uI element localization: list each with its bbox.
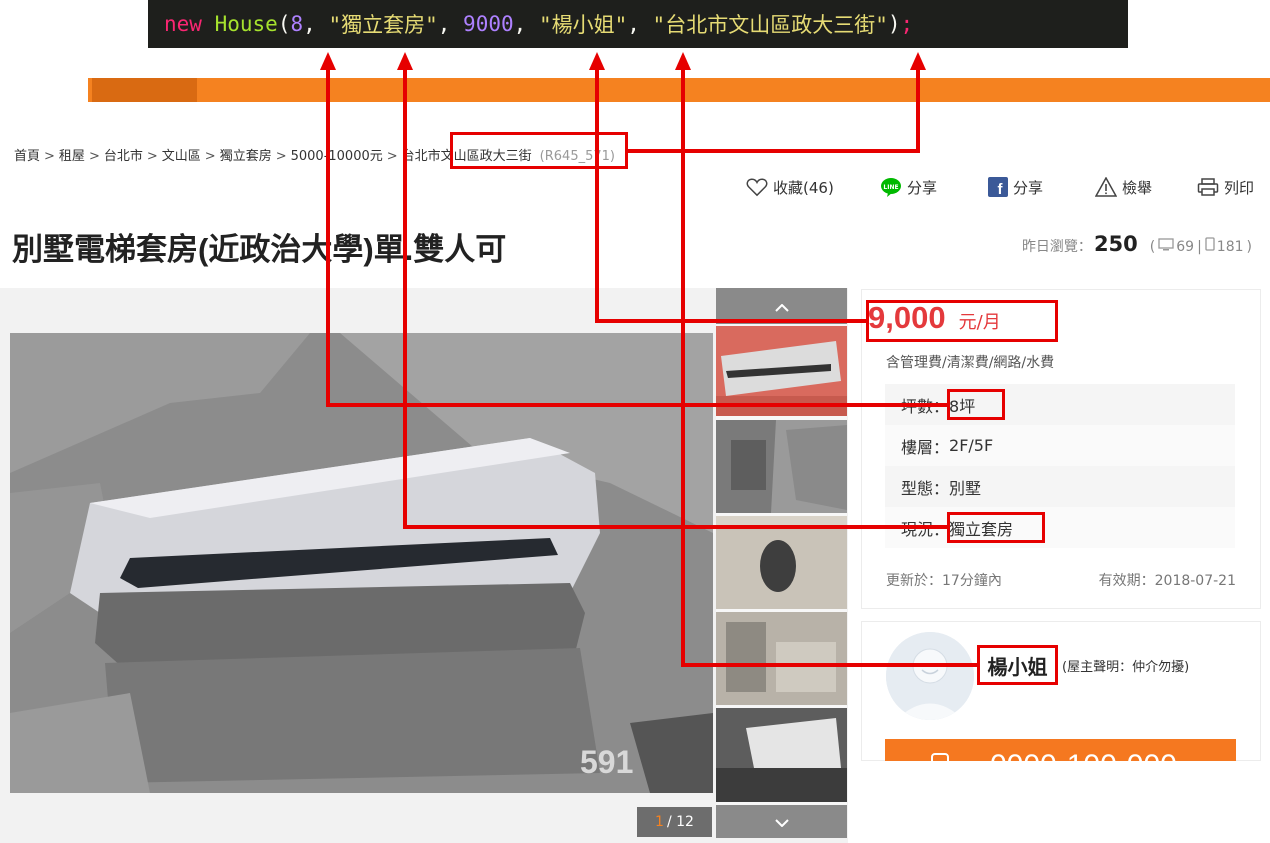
annotation-arrows [320,52,977,667]
arrowhead-room-type [397,52,413,70]
arrowhead-price [589,52,605,70]
arrow-size [326,68,947,407]
arrow-price [595,68,866,323]
arrowhead-landlord [675,52,691,70]
arrowhead-address [910,52,926,70]
arrow-room-type [403,68,947,529]
arrowhead-size [320,52,336,70]
arrow-landlord [681,68,977,667]
arrow-address [628,68,920,153]
